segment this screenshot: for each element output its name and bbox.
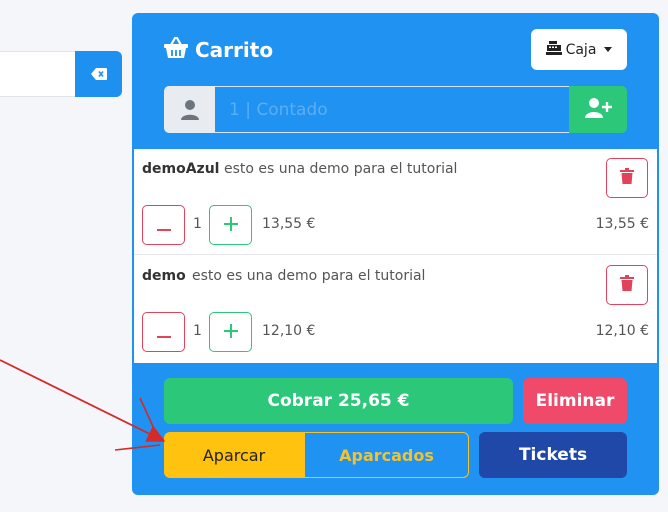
item-total-price: 13,55 € [595,216,649,232]
item-name: demoAzul [142,161,220,177]
item-total-price: 12,10 € [595,323,649,339]
item-unit-price: 13,55 € [262,216,316,232]
park-button[interactable]: Aparcar [164,432,304,478]
cart-item: demo esto es una demo para el tutorial 1 [134,256,657,362]
cart-title: Carrito [195,38,274,62]
register-label: Caja [565,41,597,58]
register-dropdown[interactable]: Caja [531,29,627,70]
chevron-down-icon [604,47,613,52]
remove-item-button[interactable] [606,158,648,198]
parked-tickets-button[interactable]: Aparcados [304,432,469,478]
increase-qty-button[interactable] [209,205,252,245]
item-quantity: 1 [193,323,202,339]
plus-icon [223,216,238,235]
item-quantity: 1 [193,216,202,232]
customer-input[interactable] [215,86,569,133]
item-description: esto es una demo para el tutorial [224,161,458,177]
item-name: demo [142,268,186,284]
customer-selector [164,86,627,133]
cart-header: Carrito [163,35,273,65]
increase-qty-button[interactable] [209,312,252,352]
cart-items-list: demoAzul esto es una demo para el tutori… [134,149,657,363]
search-input[interactable] [0,51,76,97]
cash-register-icon [545,40,562,59]
minus-icon [156,323,171,342]
cart-panel: Carrito Caja 1 | Contado demoAzul esto e… [132,13,659,495]
clear-search-button[interactable] [75,51,122,97]
minus-icon [156,216,171,235]
charge-button[interactable]: Cobrar 25,65 € [164,378,513,424]
plus-icon [223,323,238,342]
tickets-button[interactable]: Tickets [479,432,627,478]
trash-icon [620,275,634,295]
user-icon [164,86,215,133]
trash-icon [620,168,634,188]
decrease-qty-button[interactable] [142,312,185,352]
basket-icon [163,36,189,65]
backspace-icon [90,65,107,84]
item-unit-price: 12,10 € [262,323,316,339]
user-plus-icon [584,97,612,123]
remove-item-button[interactable] [606,265,648,305]
delete-cart-button[interactable]: Eliminar [523,378,627,424]
add-customer-button[interactable] [569,86,627,133]
decrease-qty-button[interactable] [142,205,185,245]
item-description: esto es una demo para el tutorial [192,268,426,284]
cart-item: demoAzul esto es una demo para el tutori… [134,149,657,255]
